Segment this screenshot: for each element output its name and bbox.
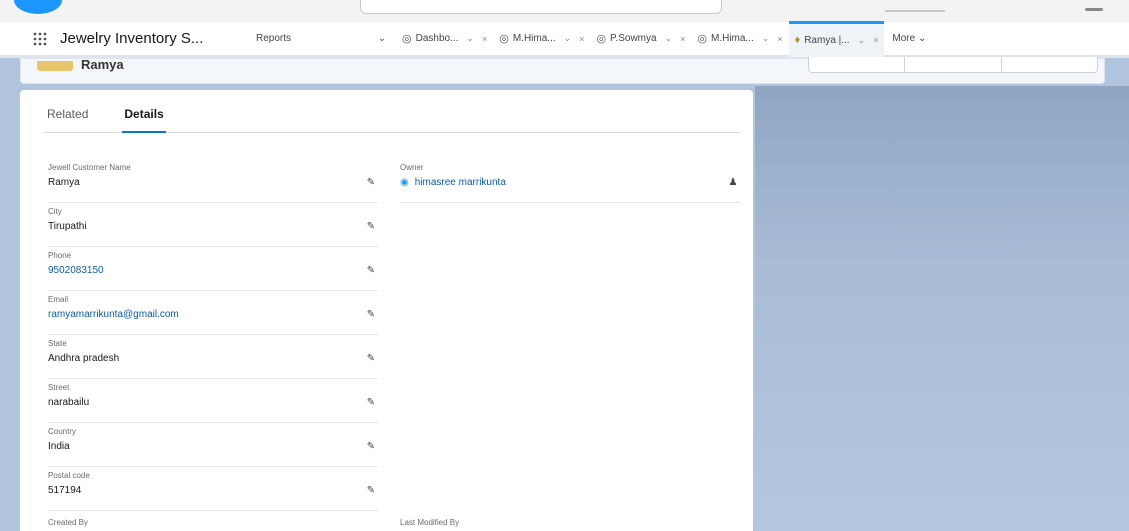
nav-tab-label: M.Hima... <box>512 33 556 44</box>
pencil-icon[interactable]: ✎ <box>364 483 378 497</box>
global-header-action[interactable] <box>885 10 945 12</box>
field-value: India <box>48 441 70 452</box>
nav-tab-label: Ramya |... <box>804 34 850 46</box>
field-phone: Phone 9502083150 ✎ <box>48 251 378 291</box>
record-detail-card: Related Details Jewell Customer Name Ram… <box>20 90 753 531</box>
record-type-icon <box>37 61 73 71</box>
field-customer-name: Jewell Customer Name Ramya ✎ <box>48 163 378 203</box>
pencil-icon[interactable]: ✎ <box>364 395 378 409</box>
tab-details[interactable]: Details <box>122 107 166 133</box>
last-modified-by-label: Last Modified By <box>400 518 460 527</box>
field-city: City Tirupathi ✎ <box>48 207 378 247</box>
user-icon: ◉ <box>400 177 409 188</box>
field-postal-code: Postal code 517194 ✎ <box>48 471 378 511</box>
cloud-logo-icon[interactable] <box>14 0 62 14</box>
nav-tab-dashboard[interactable]: ◎ Dashbo... ⌄ × <box>396 21 493 57</box>
owner-value: ◉ himasree marrikunta <box>400 177 506 188</box>
field-label: Phone <box>48 251 72 260</box>
detail-tabs: Related Details <box>45 107 740 133</box>
record-action-buttons <box>808 57 1098 73</box>
app-launcher-icon[interactable] <box>20 21 60 57</box>
nav-tab-p-sowmya[interactable]: ◎ P.Sowmya ⌄ × <box>590 21 691 57</box>
field-label: State <box>48 339 67 348</box>
phone-link[interactable]: 9502083150 <box>48 265 104 276</box>
owner-link[interactable]: himasree marrikunta <box>415 177 506 188</box>
chevron-down-icon: ⌄ <box>917 33 927 44</box>
field-label: Email <box>48 295 69 304</box>
dashboard-icon: ◎ <box>596 33 607 45</box>
pencil-icon[interactable]: ✎ <box>364 439 378 453</box>
field-value: Ramya <box>48 177 80 188</box>
nav-tab-m-hima-1[interactable]: ◎ M.Hima... ⌄ × <box>493 21 590 57</box>
user-avatar-icon[interactable] <box>1085 8 1103 11</box>
field-label: Postal code <box>48 471 90 480</box>
chevron-down-icon[interactable]: ⌄ <box>368 21 396 57</box>
record-header: Ramya <box>20 57 1105 84</box>
field-label: City <box>48 207 62 216</box>
pencil-icon[interactable]: ✎ <box>364 307 378 321</box>
field-country: Country India ✎ <box>48 427 378 467</box>
record-title: Ramya <box>81 57 124 72</box>
nav-tab-label: M.Hima... <box>710 33 754 44</box>
close-icon[interactable]: × <box>482 34 487 44</box>
close-icon[interactable]: × <box>777 34 782 44</box>
nav-tab-label: Dashbo... <box>415 33 459 44</box>
nav-tab-m-hima-2[interactable]: ◎ M.Hima... ⌄ × <box>691 21 788 57</box>
nav-tab-label: P.Sowmya <box>610 33 657 44</box>
field-owner: Owner ◉ himasree marrikunta ♟ <box>400 163 740 203</box>
close-icon[interactable]: × <box>873 35 878 45</box>
field-email: Email ramyamarrikunta@gmail.com ✎ <box>48 295 378 335</box>
field-value: 517194 <box>48 485 82 496</box>
pencil-icon[interactable]: ✎ <box>364 219 378 233</box>
pencil-icon[interactable]: ✎ <box>364 263 378 277</box>
app-name: Jewelry Inventory S... <box>60 30 204 47</box>
dashboard-icon: ◎ <box>499 33 509 45</box>
record-icon: ♦ <box>794 34 801 46</box>
record-action-button[interactable] <box>1002 57 1097 72</box>
created-by-label: Created By <box>48 518 89 527</box>
nav-tab-ramya[interactable]: ♦ Ramya |... ⌄ × <box>788 20 885 57</box>
dashboard-icon: ◎ <box>402 33 412 45</box>
field-state: State Andhra pradesh ✎ <box>48 339 378 379</box>
dashboard-icon: ◎ <box>697 33 707 45</box>
field-label: Owner <box>400 163 424 172</box>
record-action-button[interactable] <box>809 57 906 72</box>
navigation-bar: Jewelry Inventory S... Reports ⌄ ◎ Dashb… <box>0 20 1129 58</box>
field-label: Jewell Customer Name <box>48 163 131 172</box>
close-icon[interactable]: × <box>680 34 685 44</box>
global-search-input[interactable] <box>360 0 722 14</box>
record-action-button[interactable] <box>905 57 1002 72</box>
field-label: Street <box>48 383 70 392</box>
nav-more-button[interactable]: More ⌄ <box>884 33 934 44</box>
background-panel <box>755 86 1129 531</box>
nav-item-reports[interactable]: Reports <box>248 21 368 57</box>
chevron-down-icon[interactable]: ⌄ <box>564 33 572 44</box>
pencil-icon[interactable]: ✎ <box>364 175 378 189</box>
field-label: Country <box>48 427 77 436</box>
email-link[interactable]: ramyamarrikunta@gmail.com <box>48 309 179 320</box>
global-header <box>0 0 1129 22</box>
chevron-down-icon[interactable]: ⌄ <box>762 33 770 44</box>
pencil-icon[interactable]: ✎ <box>364 351 378 365</box>
chevron-down-icon[interactable]: ⌄ <box>665 33 673 44</box>
close-icon[interactable]: × <box>579 34 584 44</box>
field-value: Andhra pradesh <box>48 353 120 364</box>
nav-more-label: More <box>892 33 916 44</box>
tab-related[interactable]: Related <box>45 107 90 133</box>
change-owner-icon[interactable]: ♟ <box>726 175 740 189</box>
chevron-down-icon[interactable]: ⌄ <box>466 33 474 44</box>
field-street: Street narabailu ✎ <box>48 383 378 423</box>
chevron-down-icon[interactable]: ⌄ <box>858 35 866 46</box>
field-value: Tirupathi <box>48 221 87 232</box>
field-value: narabailu <box>48 397 90 408</box>
